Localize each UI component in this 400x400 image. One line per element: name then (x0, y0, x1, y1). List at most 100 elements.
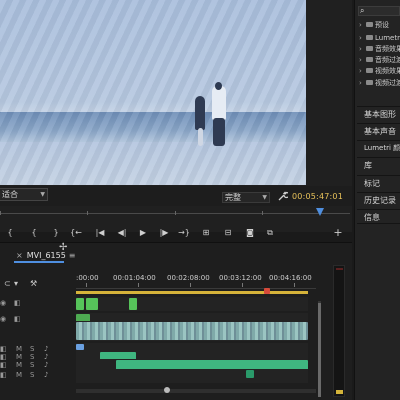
snap-icon[interactable]: ⊂ (4, 279, 11, 288)
lock-icon[interactable]: ◧ (0, 361, 7, 369)
step-forward-icon[interactable]: |▶ (158, 227, 170, 239)
time-ruler[interactable]: :00:00 00:01:04:00 00:02:08:00 00:03:12:… (76, 269, 316, 299)
video-clip[interactable] (76, 322, 308, 340)
play-icon[interactable]: ▶ (137, 227, 149, 239)
tab-libraries[interactable]: 库 (357, 157, 400, 172)
mute-button[interactable]: M (16, 371, 22, 379)
video-track-v3: ◉ ◧ (0, 297, 320, 311)
video-clip[interactable] (86, 298, 98, 310)
mark-in-icon[interactable]: { (4, 227, 16, 239)
scrollbar-handle[interactable] (164, 387, 170, 393)
figure-man-legs (213, 118, 225, 146)
audio-clip[interactable] (76, 344, 84, 350)
fit-dropdown-label: 适合 (2, 190, 18, 199)
add-icon[interactable]: + (332, 227, 344, 239)
search-icon: ⌕ (360, 6, 365, 15)
playhead-marker[interactable] (264, 288, 270, 294)
ruler-baseline (76, 288, 316, 289)
tree-item-label: 视频效果 (375, 67, 400, 75)
tree-item-audio-transitions[interactable]: › 音频过渡 (359, 55, 400, 66)
folder-icon (366, 57, 373, 62)
audio-clip[interactable] (246, 370, 254, 378)
marker-icon[interactable]: ▾ (14, 279, 18, 288)
track-lane[interactable] (76, 297, 308, 311)
ruler-tick (294, 283, 295, 287)
timeline-horizontal-scrollbar[interactable] (76, 387, 316, 393)
ruler-tick (138, 283, 139, 287)
figure-man (212, 86, 226, 120)
timeline-panel: ✢ × MVI_6155 ≡ ⊂ ▾ ⚒ :00:00 00:01:04:00 00… (0, 242, 352, 400)
close-icon[interactable]: × (16, 251, 23, 260)
program-timecode[interactable]: 00:05:47:01 (292, 192, 343, 201)
ruler-tick (242, 283, 243, 287)
lock-icon[interactable]: ◧ (0, 371, 7, 379)
compare-view-icon[interactable]: ⧉ (264, 227, 276, 239)
audio-track-a4: ◧ M S ♪ (0, 369, 320, 383)
tree-item-label: 视频过渡 (375, 79, 400, 87)
tree-item-label: 预设 (375, 21, 389, 29)
tab-essential-graphics[interactable]: 基本图形 (357, 106, 400, 121)
chevron-right-icon: › (359, 79, 362, 87)
lock-icon[interactable]: ◧ (14, 299, 21, 307)
tab-lumetri-color[interactable]: Lumetri 颜色 (357, 140, 400, 155)
go-to-in-icon[interactable]: {← (70, 227, 82, 239)
eye-icon[interactable]: ◉ (0, 299, 6, 307)
chevron-right-icon: › (359, 45, 362, 53)
tree-item-presets[interactable]: › 预设 (359, 20, 400, 31)
insert-icon[interactable]: ⊞ (200, 227, 212, 239)
track-lane[interactable] (76, 369, 308, 383)
overwrite-icon[interactable]: ⊟ (222, 227, 234, 239)
fit-dropdown[interactable]: 适合 ▼ (0, 188, 48, 201)
wrench-icon[interactable]: ⚒ (30, 279, 37, 288)
clip-indicator (336, 268, 343, 270)
tab-info[interactable]: 信息 (357, 209, 400, 224)
mark-in-icon[interactable]: { (28, 227, 40, 239)
chevron-right-icon: › (359, 21, 362, 29)
figure-woman (195, 96, 205, 130)
tab-essential-sound[interactable]: 基本声音 (357, 123, 400, 138)
scrub-playhead[interactable] (316, 208, 324, 216)
tree-item-audio-effects[interactable]: › 音频效果 (359, 44, 400, 55)
solo-button[interactable]: S (30, 371, 34, 379)
scrollbar-thumb[interactable] (318, 303, 321, 397)
ruler-tick (86, 283, 87, 287)
folder-icon (366, 68, 373, 73)
tree-item-lumetri-presets[interactable]: › Lumetri 预设 (359, 33, 400, 44)
folder-icon (366, 22, 373, 27)
sequence-tab[interactable]: × MVI_6155 ≡ (16, 251, 76, 260)
folder-icon (366, 80, 373, 85)
solo-button[interactable]: S (30, 361, 34, 369)
effects-search-input[interactable]: ⌕ (358, 6, 400, 16)
work-area-bar[interactable] (76, 291, 308, 294)
mic-icon[interactable]: ♪ (44, 371, 48, 379)
sequence-tab-label: MVI_6155 (26, 251, 66, 260)
program-scrub-bar[interactable] (0, 208, 350, 218)
tab-history[interactable]: 历史记录 (357, 192, 400, 207)
video-clip[interactable] (129, 298, 137, 310)
resolution-dropdown[interactable]: 完整 ▼ (222, 192, 270, 203)
step-back-icon[interactable]: ◀| (116, 227, 128, 239)
video-clip[interactable] (76, 298, 84, 310)
track-header: ◉ ◧ (0, 297, 74, 311)
go-to-in-icon[interactable]: |◀ (94, 227, 106, 239)
mute-button[interactable]: M (16, 361, 22, 369)
program-video-frame[interactable] (0, 0, 306, 185)
timeline-vertical-scrollbar[interactable] (318, 301, 321, 397)
track-lane[interactable] (76, 321, 308, 341)
tab-markers[interactable]: 标记 (357, 175, 400, 190)
resolution-dropdown-label: 完整 (225, 193, 241, 202)
wrench-icon[interactable] (278, 191, 290, 201)
ruler-label: 00:04:16:00 (269, 274, 312, 282)
mark-out-icon[interactable]: } (50, 227, 62, 239)
folder-icon (366, 35, 373, 40)
go-to-out-icon[interactable]: →} (178, 227, 190, 239)
tree-item-video-effects[interactable]: › 视频效果 (359, 66, 400, 77)
mic-icon[interactable]: ♪ (44, 361, 48, 369)
scrub-tick (87, 211, 88, 215)
tree-item-video-transitions[interactable]: › 视频过渡 (359, 78, 400, 89)
figure-man-head (215, 82, 222, 90)
effects-side-panel: ⌕ › 预设 › Lumetri 预设 › 音频效果 › 音频过渡 › 视频效果 › 视频过… (354, 0, 400, 400)
track-header: ◧ M S ♪ (0, 369, 74, 383)
menu-icon[interactable]: ≡ (69, 251, 76, 260)
camera-icon[interactable]: ◙ (244, 227, 256, 239)
